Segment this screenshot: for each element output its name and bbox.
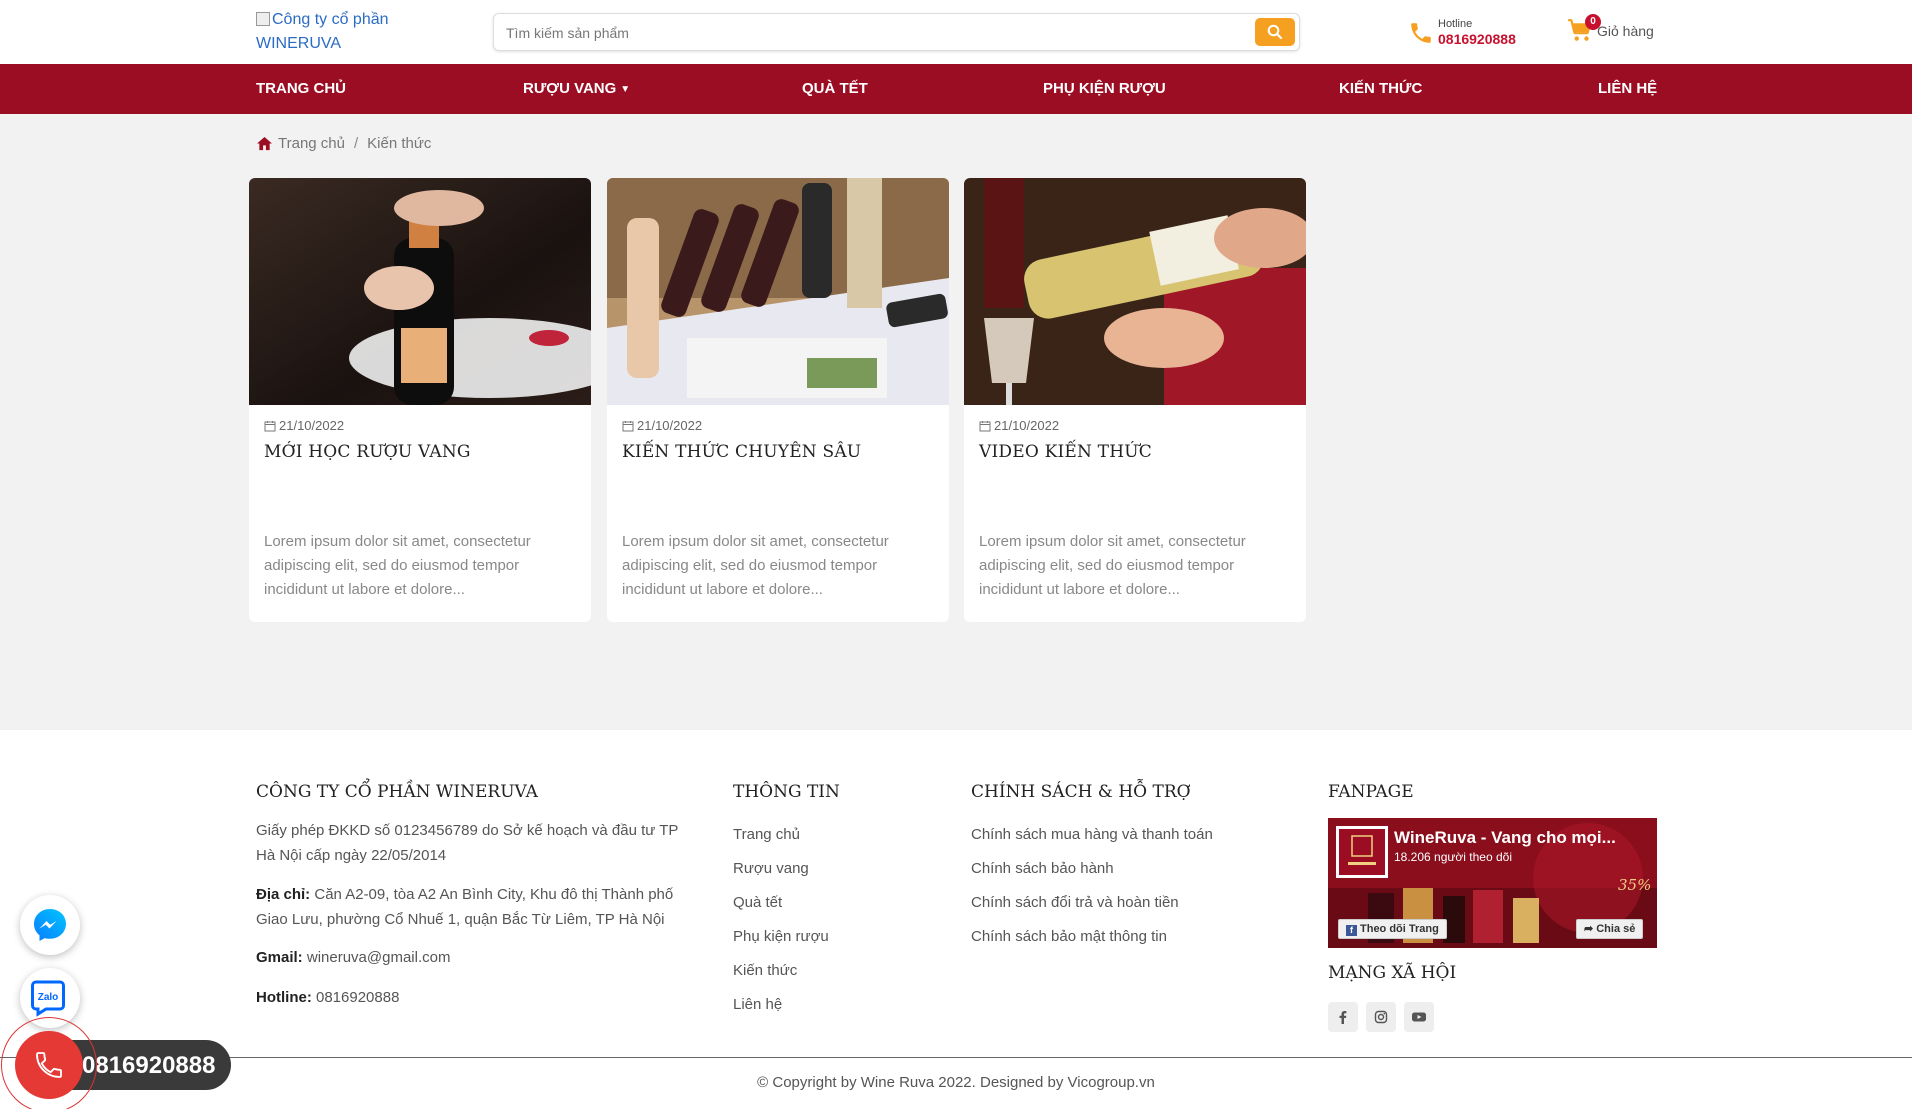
hotline-number: 0816920888 [1438,31,1516,47]
call-button[interactable] [15,1031,83,1099]
facebook-icon: f [1346,925,1357,936]
breadcrumb-current: Kiến thức [367,135,432,152]
footer-address: Địa chỉ: Căn A2-09, tòa A2 An Bình City,… [256,886,674,928]
social-facebook-link[interactable] [1328,1002,1358,1032]
youtube-icon [1412,1012,1426,1022]
copyright-text: © Copyright by Wine Ruva 2022. Designed … [757,1074,1155,1091]
social-instagram-link[interactable] [1366,1002,1396,1032]
nav-item-tet-gifts[interactable]: QUÀ TẾT [802,64,868,114]
fanpage-logo [1336,826,1388,878]
article-title[interactable]: VIDEO KIẾN THỨC [979,442,1152,462]
cart-button[interactable]: 0 Giỏ hàng [1567,14,1654,44]
footer-policy-title: CHÍNH SÁCH & HỖ TRỢ [971,782,1191,802]
footer-link-wine[interactable]: Rượu vang [733,860,809,877]
phone-icon [36,1052,62,1078]
article-thumbnail-image[interactable] [607,178,949,405]
footer-link-contact[interactable]: Liên hệ [733,996,782,1013]
svg-text:Zalo: Zalo [38,992,59,1003]
site-logo[interactable]: Công ty cổ phần WINERUVA [256,8,416,56]
footer-link-tet-gifts[interactable]: Quà tết [733,894,782,911]
facebook-icon [1339,1011,1347,1024]
article-date: 21/10/2022 [979,418,1059,433]
nav-item-knowledge[interactable]: KIẾN THỨC [1339,64,1422,114]
article-card[interactable]: 21/10/2022 KIẾN THỨC CHUYÊN SÂU Lorem ip… [607,178,949,622]
call-hotline-number: 0816920888 [82,1052,216,1079]
fanpage-followers: 18.206 người theo dõi [1394,850,1512,864]
home-icon [257,136,272,151]
messenger-icon [34,909,66,941]
footer-fanpage-title: FANPAGE [1328,782,1414,802]
main-nav: TRANG CHỦ RƯỢU VANG ▼ QUÀ TẾT PHỤ KIỆN RƯ… [0,64,1912,114]
broken-image-icon [256,12,270,26]
article-card[interactable]: 21/10/2022 VIDEO KIẾN THỨC Lorem ipsum d… [964,178,1306,622]
search-button[interactable] [1255,18,1295,46]
nav-item-wine[interactable]: RƯỢU VANG ▼ [523,64,630,114]
zalo-icon: Zalo [31,980,65,1017]
footer-divider [0,1057,1912,1058]
footer-hotline: Hotline: 0816920888 [256,989,400,1006]
breadcrumb-home-link[interactable]: Trang chủ [278,135,345,152]
breadcrumb-separator: / [353,135,359,152]
cart-count-badge: 0 [1585,14,1601,30]
fanpage-name[interactable]: WineRuva - Vang cho mọi... [1394,828,1624,848]
messenger-button[interactable] [20,895,80,955]
nav-item-home[interactable]: TRANG CHỦ [256,64,346,114]
breadcrumb: Trang chủ / Kiến thức [256,135,431,152]
article-card[interactable]: 21/10/2022 MỚI HỌC RƯỢU VANG Lorem ipsum… [249,178,591,622]
footer-social-title: MẠNG XÃ HỘI [1328,963,1457,983]
cart-label: Giỏ hàng [1597,23,1654,39]
footer-link-warranty-policy[interactable]: Chính sách bảo hành [971,860,1114,877]
facebook-page-widget[interactable]: 35% WineRuva - Vang cho mọi... 18.206 ng… [1328,818,1657,948]
search-bar [493,13,1300,51]
footer-email: Gmail: wineruva@gmail.com [256,949,451,966]
calendar-icon [979,420,991,431]
phone-icon [1411,23,1431,43]
article-excerpt: Lorem ipsum dolor sit amet, consectetur … [622,533,889,598]
calendar-icon [622,420,634,431]
footer-link-return-policy[interactable]: Chính sách đổi trả và hoàn tiền [971,894,1179,911]
article-excerpt: Lorem ipsum dolor sit amet, consectetur … [264,533,531,598]
footer-link-accessories[interactable]: Phụ kiện rượu [733,928,829,945]
article-excerpt: Lorem ipsum dolor sit amet, consectetur … [979,533,1246,598]
article-thumbnail-image[interactable] [964,178,1306,405]
site-footer: CÔNG TY CỔ PHẦN WINERUVA Giấy phép ĐKKD … [0,730,1912,1109]
article-date: 21/10/2022 [264,418,344,433]
article-title[interactable]: KIẾN THỨC CHUYÊN SÂU [622,442,861,462]
article-thumbnail-image[interactable] [249,178,591,405]
share-icon: ➦ [1584,923,1594,935]
svg-text:35%: 35% [1618,876,1651,894]
footer-license: Giấy phép ĐKKD số 0123456789 do Sở kế ho… [256,822,679,864]
fanpage-follow-button[interactable]: f Theo dõi Trang [1338,919,1447,939]
footer-link-knowledge[interactable]: Kiến thức [733,962,797,979]
footer-link-privacy-policy[interactable]: Chính sách bảo mật thông tin [971,928,1167,945]
footer-link-purchase-policy[interactable]: Chính sách mua hàng và thanh toán [971,826,1213,843]
fanpage-share-button[interactable]: ➦ Chia sẻ [1576,919,1644,939]
social-youtube-link[interactable] [1404,1002,1434,1032]
footer-link-home[interactable]: Trang chủ [733,826,800,843]
chevron-down-icon: ▼ [620,84,631,95]
calendar-icon [264,420,276,431]
search-icon [1267,24,1283,40]
instagram-icon [1374,1010,1388,1024]
footer-info-title: THÔNG TIN [733,782,840,802]
article-date: 21/10/2022 [622,418,702,433]
header-hotline[interactable]: Hotline 0816920888 [1408,17,1516,49]
nav-item-accessories[interactable]: PHỤ KIỆN RƯỢU [1043,64,1166,114]
nav-item-contact[interactable]: LIÊN HỆ [1598,64,1657,114]
search-input[interactable] [506,22,1226,44]
site-header: Công ty cổ phần WINERUVA Hotline 0816920… [0,0,1912,64]
article-title[interactable]: MỚI HỌC RƯỢU VANG [264,442,471,462]
footer-company-title: CÔNG TY CỔ PHẦN WINERUVA [256,782,538,802]
hotline-label: Hotline [1438,18,1473,30]
